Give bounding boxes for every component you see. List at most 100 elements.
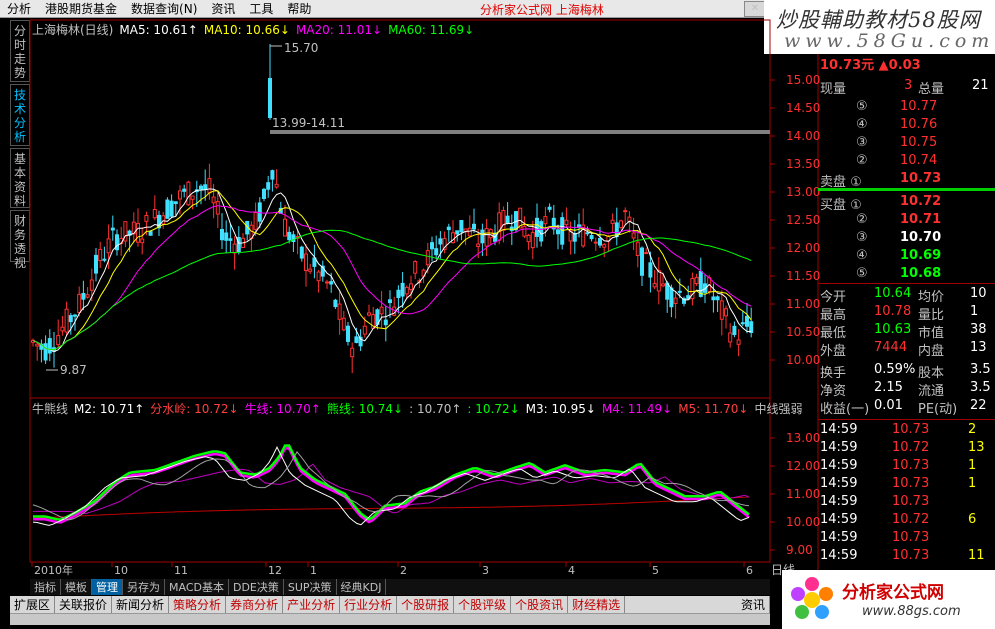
candle xyxy=(497,202,502,245)
stat-label: 外盘 xyxy=(820,344,847,359)
value: 3 xyxy=(904,78,913,93)
stat-label: 净资 xyxy=(820,384,847,399)
indicator-tab-4[interactable]: MACD基本 xyxy=(165,579,229,595)
stat-label: 量比 xyxy=(918,308,945,323)
candle xyxy=(350,342,355,374)
tick-volume: 13 xyxy=(968,440,985,455)
bid-level: ⑤ xyxy=(856,266,868,281)
tick-volume: 2 xyxy=(968,422,977,437)
nav-tab-info[interactable]: 资讯 xyxy=(737,596,770,613)
candle xyxy=(577,213,581,238)
nav-tab-5[interactable]: 产业分析 xyxy=(283,596,341,613)
candle xyxy=(110,215,115,241)
candle xyxy=(484,218,489,257)
tick-price: 10.72 xyxy=(892,440,930,455)
candle xyxy=(169,194,174,219)
ask-level: ④ xyxy=(856,117,868,132)
header2-value-7: M3: 10.95↓ xyxy=(525,402,596,416)
candle xyxy=(199,184,203,205)
stat-value: 7444 xyxy=(874,340,908,355)
price-axis-label: 13.50 xyxy=(786,157,820,171)
stat-value: 3.5 xyxy=(970,362,991,377)
bid-level: 买盘 ① xyxy=(820,198,862,213)
header1-value-3: MA20: 11.01↓ xyxy=(295,23,383,37)
bid-price: 10.68 xyxy=(900,266,942,281)
tick-time: 14:59 xyxy=(820,548,858,563)
price-axis-label: 11.50 xyxy=(786,269,820,283)
candle xyxy=(304,244,308,287)
price-axis-label: 12.50 xyxy=(786,213,820,227)
candle xyxy=(505,202,510,225)
indicator-tab-2[interactable]: 管理 xyxy=(92,579,123,595)
candle xyxy=(39,339,44,363)
candle xyxy=(85,287,90,299)
indicator-tab-3[interactable]: 另存为 xyxy=(123,579,165,595)
stat-value: 10.64 xyxy=(874,286,912,301)
current-price: 10.73元 ▲0.03 xyxy=(820,58,921,73)
candle xyxy=(610,213,615,232)
ask-price: 10.74 xyxy=(900,153,938,168)
ask-price: 10.76 xyxy=(900,117,938,132)
horizontal-scrollbar[interactable] xyxy=(10,613,770,625)
ask-price: 10.75 xyxy=(900,135,938,150)
candle xyxy=(472,208,476,233)
candle xyxy=(346,322,350,346)
header2-value-6: : 10.72↓ xyxy=(467,402,520,416)
candle xyxy=(241,232,245,248)
nav-tab-7[interactable]: 个股研报 xyxy=(397,596,455,613)
tick-time: 14:59 xyxy=(820,530,858,545)
candle xyxy=(682,296,686,307)
candle xyxy=(602,243,607,258)
candle xyxy=(337,291,342,335)
indicator-tab-1[interactable]: 模板 xyxy=(61,579,92,595)
header2-value-0: 牛熊线 xyxy=(32,402,69,416)
bid-level: ③ xyxy=(856,230,868,245)
candle xyxy=(43,335,48,364)
indicator-tab-0[interactable]: 指标 xyxy=(30,579,61,595)
tick-price: 10.73 xyxy=(892,422,930,437)
candle xyxy=(745,303,749,334)
candle xyxy=(333,298,338,309)
nav-tab-0[interactable]: 扩展区 xyxy=(10,596,56,613)
ask-row: 卖盘 ① 10.73 xyxy=(818,171,995,190)
tick-time: 14:59 xyxy=(820,422,858,437)
ask-row: ③ 10.75 xyxy=(818,135,995,153)
candle xyxy=(640,246,644,286)
tick-time: 14:59 xyxy=(820,512,858,527)
nav-tab-3[interactable]: 策略分析 xyxy=(169,596,227,613)
nav-tab-2[interactable]: 新闻分析 xyxy=(112,596,170,613)
nav-tab-4[interactable]: 券商分析 xyxy=(226,596,284,613)
candle xyxy=(572,220,577,254)
nav-tab-8[interactable]: 个股评级 xyxy=(454,596,512,613)
indicator-tab-5[interactable]: DDE决策 xyxy=(229,579,284,595)
tick-row: 14:59 10.73 1 xyxy=(818,476,995,494)
candle xyxy=(278,201,283,214)
stat-value: 3.5 xyxy=(970,380,991,395)
ind-axis-label: 9.00 xyxy=(786,543,813,557)
nav-tab-10[interactable]: 财经精选 xyxy=(568,596,626,613)
candle xyxy=(522,216,527,239)
stat-label: 收益(一) xyxy=(820,402,870,417)
price-axis-label: 14.50 xyxy=(786,101,820,115)
stat-label: 股本 xyxy=(918,366,945,381)
header1-value-1: MA5: 10.61↑ xyxy=(119,23,198,37)
candle xyxy=(509,214,514,246)
indicator-tab-7[interactable]: 经典KDJ xyxy=(337,579,387,595)
bid-row: ② 10.71 xyxy=(818,212,995,230)
nav-tab-6[interactable]: 行业分析 xyxy=(340,596,398,613)
spike-candle-body xyxy=(268,78,272,118)
candle xyxy=(694,273,699,286)
nav-tab-1[interactable]: 关联报价 xyxy=(55,596,113,613)
high-annotation: 15.70 xyxy=(284,41,318,55)
candle xyxy=(623,207,628,225)
candle xyxy=(316,269,321,293)
candle xyxy=(724,305,728,329)
candle xyxy=(165,197,170,219)
bid-row: 买盘 ① 10.72 xyxy=(818,194,995,213)
range-annotation: 13.99-14.11 xyxy=(272,116,345,130)
nav-tab-9[interactable]: 个股资讯 xyxy=(511,596,569,613)
header1-value-4: MA60: 11.69↓ xyxy=(388,23,475,37)
ask-row: ② 10.74 xyxy=(818,153,995,171)
indicator-tab-6[interactable]: SUP决策 xyxy=(284,579,337,595)
bid-level: ④ xyxy=(856,248,868,263)
